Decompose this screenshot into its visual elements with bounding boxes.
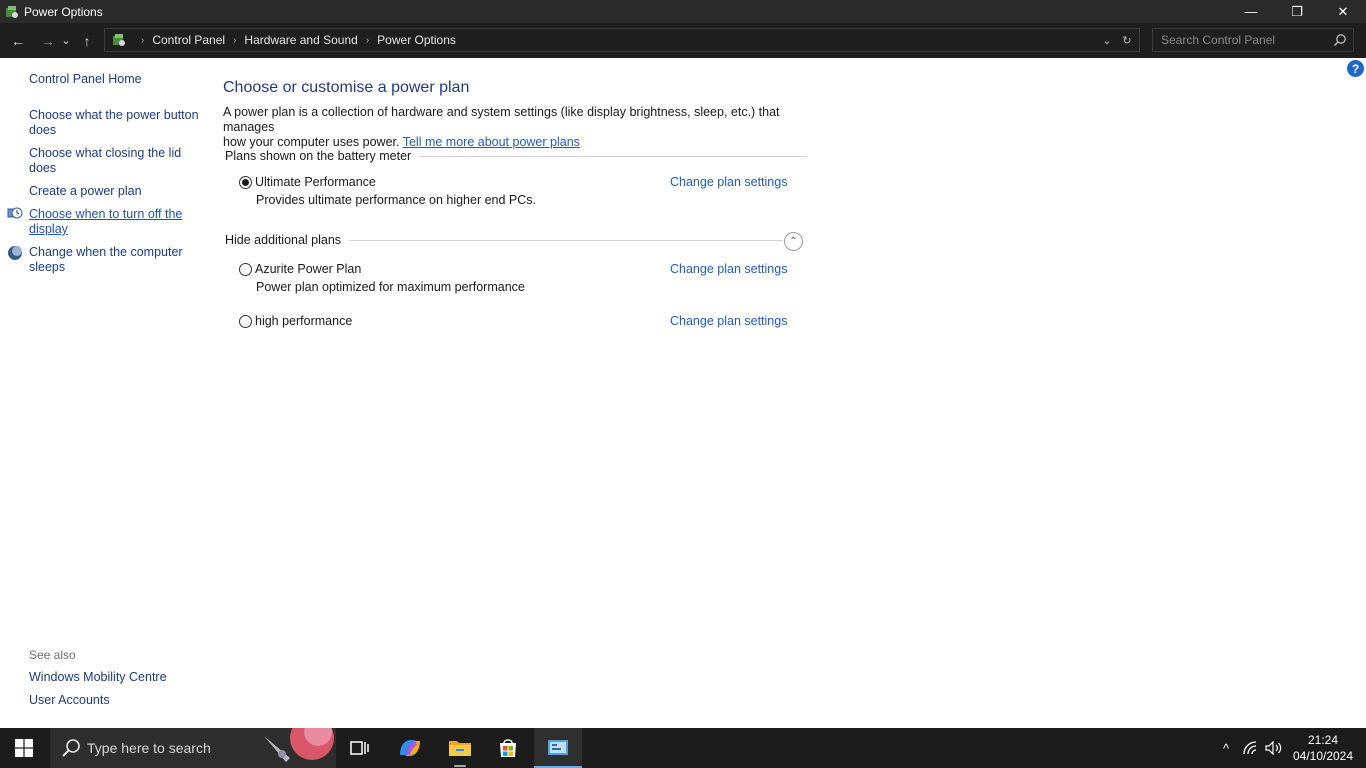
- volume-icon[interactable]: [1262, 728, 1286, 768]
- change-plan-settings-link[interactable]: Change plan settings: [670, 175, 787, 189]
- title-bar: Power Options — ❐ ✕: [0, 0, 1366, 23]
- breadcrumb-power-options[interactable]: Power Options: [377, 33, 456, 47]
- close-button[interactable]: ✕: [1320, 0, 1366, 23]
- additional-plans-section: Hide additional plans: [225, 233, 784, 247]
- learn-more-link[interactable]: Tell me more about power plans: [403, 135, 580, 149]
- control-panel-home-link[interactable]: Control Panel Home: [29, 72, 199, 87]
- plan-high-performance: high performance Change plan settings: [239, 313, 799, 331]
- search-icon[interactable]: [1333, 33, 1347, 47]
- battery-meter-section-title: Plans shown on the battery meter: [225, 149, 412, 163]
- folder-icon: [449, 741, 471, 756]
- plan-description: Power plan optimized for maximum perform…: [256, 280, 525, 294]
- sidebar-item-turn-off-display[interactable]: Choose when to turn off the display: [29, 207, 199, 237]
- moon-icon: [8, 246, 22, 260]
- running-indicator: [454, 765, 466, 767]
- show-hidden-icons-button[interactable]: ^: [1214, 728, 1238, 768]
- minimize-button[interactable]: —: [1228, 0, 1274, 23]
- breadcrumb-separator[interactable]: ›: [233, 35, 236, 46]
- search-icon: [62, 739, 80, 757]
- breadcrumb-control-panel[interactable]: Control Panel: [152, 33, 225, 47]
- address-dropdown-button[interactable]: ⌄: [1097, 34, 1117, 47]
- sidebar-item-power-button[interactable]: Choose what the power button does: [29, 108, 199, 138]
- start-button[interactable]: [0, 728, 48, 768]
- recent-locations-button[interactable]: ⌄: [59, 29, 73, 53]
- restore-button[interactable]: ❐: [1274, 0, 1320, 23]
- back-button[interactable]: ←: [7, 29, 29, 53]
- breadcrumb-separator: ›: [141, 34, 145, 46]
- forward-button[interactable]: →: [37, 29, 59, 53]
- breadcrumb-separator[interactable]: ›: [366, 35, 369, 46]
- search-box[interactable]: [1152, 28, 1354, 52]
- help-button[interactable]: ?: [1347, 60, 1364, 77]
- copilot-button[interactable]: [386, 728, 434, 768]
- plan-radio-high-performance[interactable]: [239, 315, 252, 328]
- system-tray: ^ 21:24 04/10/2024: [1214, 728, 1366, 768]
- description-line-1: A power plan is a collection of hardware…: [223, 105, 780, 134]
- navigation-bar: ← → ⌄ ↑ › Control Panel › Hardware and S…: [0, 23, 1366, 58]
- refresh-button[interactable]: ↻: [1117, 34, 1137, 47]
- plan-name[interactable]: Ultimate Performance: [255, 175, 376, 189]
- page-description: A power plan is a collection of hardware…: [223, 105, 813, 150]
- taskbar-search-placeholder: Type here to search: [87, 740, 211, 756]
- control-panel-icon: [113, 34, 125, 46]
- breadcrumb-hardware-and-sound[interactable]: Hardware and Sound: [244, 33, 357, 47]
- clock-date: 04/10/2024: [1292, 749, 1354, 763]
- clock[interactable]: 21:24 04/10/2024: [1286, 732, 1360, 764]
- page-title: Choose or customise a power plan: [223, 79, 470, 96]
- up-button[interactable]: ↑: [76, 29, 98, 53]
- clock-icon: [7, 207, 23, 219]
- store-icon: [500, 739, 516, 757]
- control-panel-icon: [548, 740, 568, 755]
- taskbar-search-box[interactable]: Type here to search: [50, 728, 336, 768]
- sidebar-item-closing-lid[interactable]: Choose what closing the lid does: [29, 146, 199, 176]
- hide-additional-plans-label[interactable]: Hide additional plans: [225, 233, 341, 247]
- section-divider: [419, 155, 808, 157]
- collapse-additional-plans-button[interactable]: ⌃: [784, 232, 803, 251]
- description-line-2: how your computer uses power.: [223, 135, 400, 149]
- task-pane: Control Panel Home Choose what the power…: [0, 58, 210, 728]
- network-icon[interactable]: [1238, 728, 1262, 768]
- task-view-button[interactable]: [336, 728, 384, 768]
- file-explorer-button[interactable]: [436, 728, 484, 768]
- change-plan-settings-link[interactable]: Change plan settings: [670, 314, 787, 328]
- search-highlight-illustration-icon: [260, 728, 336, 768]
- windows-mobility-centre-link[interactable]: Windows Mobility Centre: [29, 670, 199, 685]
- plan-radio-ultimate-performance[interactable]: [239, 176, 252, 189]
- plan-azurite: Azurite Power Plan Change plan settings: [239, 261, 799, 279]
- windows-logo-icon: [15, 739, 33, 757]
- task-view-icon: [350, 741, 369, 755]
- copilot-icon: [400, 740, 420, 756]
- address-bar[interactable]: › Control Panel › Hardware and Sound › P…: [104, 28, 1140, 52]
- window-title: Power Options: [24, 4, 103, 19]
- clock-time: 21:24: [1307, 733, 1339, 747]
- power-options-icon: [6, 5, 18, 18]
- plan-description: Provides ultimate performance on higher …: [256, 193, 537, 207]
- sidebar-item-create-power-plan[interactable]: Create a power plan: [29, 184, 199, 199]
- plan-ultimate-performance: Ultimate Performance Change plan setting…: [239, 174, 799, 192]
- plan-name[interactable]: high performance: [255, 314, 352, 328]
- plan-radio-azurite[interactable]: [239, 263, 252, 276]
- battery-meter-section: Plans shown on the battery meter: [225, 149, 808, 163]
- taskbar: Type here to search ^ 21:24 04/10/2024: [0, 728, 1366, 768]
- control-panel-taskbar-button[interactable]: [534, 728, 582, 768]
- see-also-heading: See also: [29, 648, 76, 662]
- sidebar-item-computer-sleeps[interactable]: Change when the computer sleeps: [29, 245, 199, 275]
- section-divider: [349, 239, 784, 241]
- microsoft-store-button[interactable]: [484, 728, 532, 768]
- change-plan-settings-link[interactable]: Change plan settings: [670, 262, 787, 276]
- plan-name[interactable]: Azurite Power Plan: [255, 262, 361, 276]
- search-input[interactable]: [1153, 33, 1323, 47]
- user-accounts-link[interactable]: User Accounts: [29, 693, 199, 708]
